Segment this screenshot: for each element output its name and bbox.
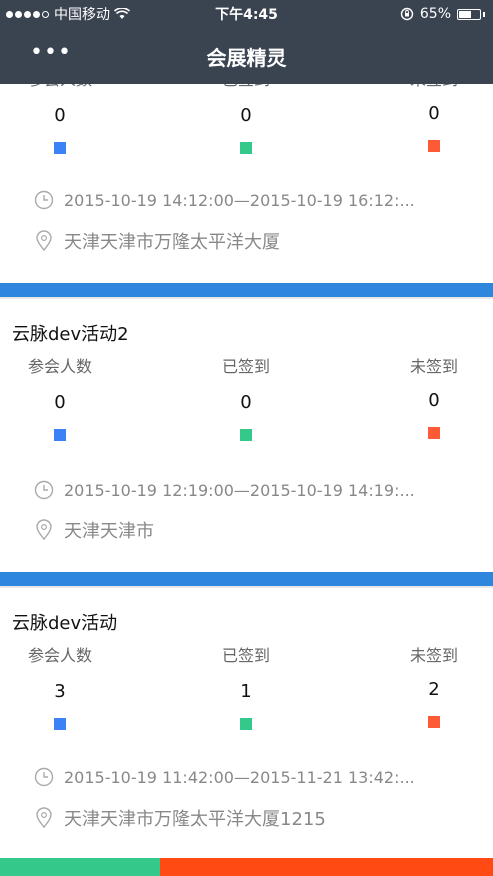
event-location: 天津天津市: [64, 521, 154, 542]
total-swatch: [54, 718, 66, 730]
checked-portion: [0, 858, 160, 876]
event-card[interactable]: 云脉dev活动 参会人数 3 已签到 1 未签到 2 2015-10-19 11…: [0, 588, 493, 858]
location-pin-icon: [36, 519, 52, 541]
stat-checked-label: 已签到: [186, 84, 306, 92]
stat-total-value: 3: [54, 681, 66, 702]
event-location: 天津天津市万隆太平洋大厦1215: [64, 809, 326, 830]
battery-icon: [457, 8, 481, 20]
unchecked-swatch: [428, 716, 440, 728]
status-bar: 中国移动 下午4:45 65%: [0, 0, 493, 28]
clock-icon: [34, 190, 54, 210]
event-time: 2015-10-19 12:19:00—2015-10-19 14:19:...: [64, 480, 415, 500]
stat-checked: 已签到 0: [186, 355, 306, 441]
stat-checked-value: 0: [240, 392, 252, 413]
location-pin-icon: [36, 230, 52, 252]
event-location-row: 天津天津市万隆太平洋大厦1215: [34, 806, 326, 830]
stat-unchecked-label: 未签到: [409, 646, 458, 665]
checkin-progress-bar: [0, 858, 493, 876]
stat-checked-value: 1: [240, 681, 252, 702]
stat-checked: 已签到 1: [186, 644, 306, 730]
location-pin-icon: [36, 807, 52, 829]
event-time: 2015-10-19 11:42:00—2015-11-21 13:42:...: [64, 767, 415, 787]
rotation-lock-icon: [400, 7, 414, 21]
stat-unchecked: 未签到 0: [374, 355, 493, 439]
clock-icon: [34, 480, 54, 500]
stat-checked: 已签到 0: [186, 84, 306, 154]
stat-unchecked: 未签到 0: [374, 84, 493, 152]
stat-total-value: 0: [54, 392, 66, 413]
stat-unchecked: 未签到 2: [374, 644, 493, 728]
stat-total-label: 参会人数: [0, 84, 120, 92]
checked-swatch: [240, 142, 252, 154]
total-swatch: [54, 429, 66, 441]
page-title: 会展精灵: [206, 46, 287, 70]
stat-total: 参会人数 0: [0, 84, 120, 154]
event-title: 云脉dev活动: [12, 613, 118, 634]
stat-total-label: 参会人数: [27, 357, 92, 376]
stat-checked-label: 已签到: [221, 357, 270, 376]
event-card[interactable]: 云脉dev活动2 参会人数 0 已签到 0 未签到 0 2015-10-19 1…: [0, 299, 493, 572]
total-swatch: [54, 142, 66, 154]
event-location-row: 天津天津市: [34, 518, 154, 542]
stat-total-value: 0: [54, 105, 66, 126]
card-divider: [0, 283, 493, 299]
stat-unchecked-value: 0: [428, 390, 440, 411]
checked-swatch: [240, 718, 252, 730]
unchecked-swatch: [428, 427, 440, 439]
battery-percent: 65%: [419, 6, 451, 22]
status-right: 65%: [400, 4, 485, 24]
event-time: 2015-10-19 14:12:00—2015-10-19 16:12:...: [64, 190, 415, 210]
unchecked-swatch: [428, 140, 440, 152]
event-location: 天津天津市万隆太平洋大厦: [64, 232, 280, 253]
stat-checked-value: 0: [240, 105, 252, 126]
clock-icon: [34, 767, 54, 787]
event-location-row: 天津天津市万隆太平洋大厦: [34, 229, 280, 253]
event-title: 云脉dev活动2: [12, 324, 129, 345]
card-divider: [0, 572, 493, 588]
stat-unchecked-label: 未签到: [409, 357, 458, 376]
stat-total: 参会人数 3: [0, 644, 120, 730]
stat-total: 参会人数 0: [0, 355, 120, 441]
stat-total-label: 参会人数: [27, 646, 92, 665]
checked-swatch: [240, 429, 252, 441]
event-time-row: 2015-10-19 14:12:00—2015-10-19 16:12:...: [34, 188, 415, 212]
stat-unchecked-value: 0: [428, 103, 440, 124]
event-card[interactable]: 参会人数 0 已签到 0 未签到 0 2015-10-19 14:12:00—2…: [0, 84, 493, 283]
stat-checked-label: 已签到: [221, 646, 270, 665]
unchecked-portion: [160, 858, 493, 876]
stat-unchecked-value: 2: [428, 679, 440, 700]
nav-bar: ••• 会展精灵: [0, 28, 493, 84]
event-time-row: 2015-10-19 11:42:00—2015-11-21 13:42:...: [34, 765, 415, 789]
event-time-row: 2015-10-19 12:19:00—2015-10-19 14:19:...: [34, 478, 415, 502]
stat-unchecked-label: 未签到: [374, 84, 493, 92]
